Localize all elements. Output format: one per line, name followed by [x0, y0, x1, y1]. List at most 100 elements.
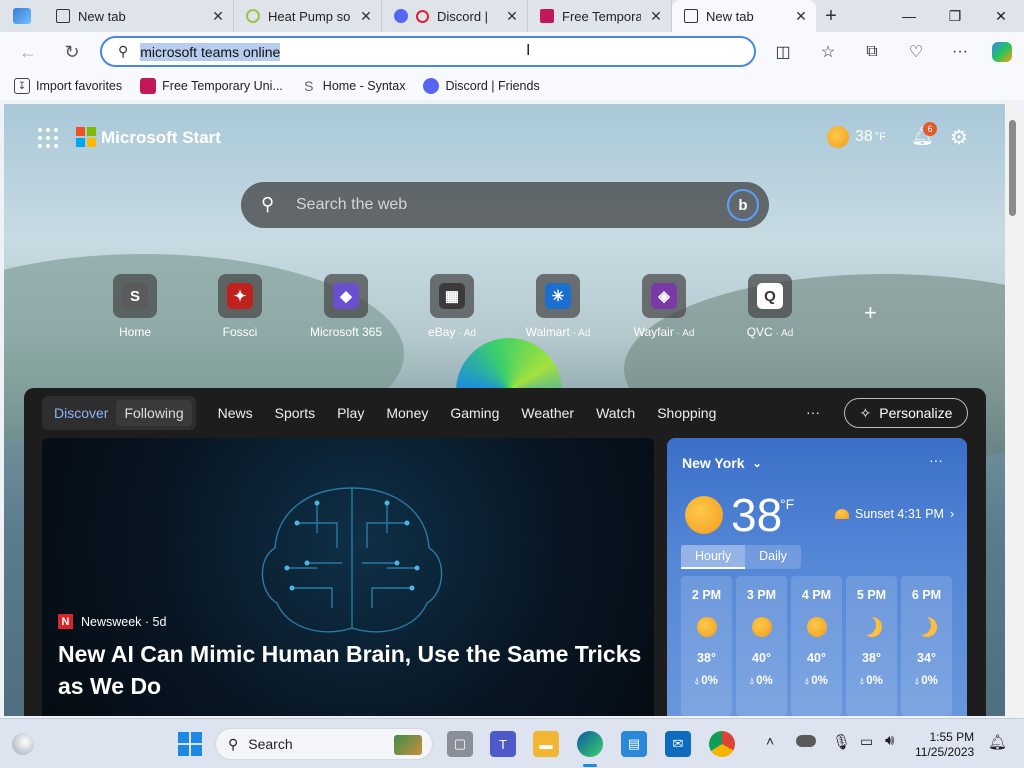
mail-icon[interactable]: ✉ [665, 731, 691, 757]
discord-icon [394, 9, 408, 23]
page-scrollbar[interactable] [1005, 104, 1020, 716]
tab-actions[interactable] [0, 0, 44, 32]
tab-daily[interactable]: Daily [745, 545, 801, 569]
tab-sports[interactable]: Sports [275, 405, 315, 421]
quick-link[interactable]: ✳ Walmart · Ad [508, 274, 608, 339]
favorite-item[interactable]: Free Temporary Uni... [140, 78, 283, 94]
close-icon[interactable]: ✕ [649, 8, 663, 25]
taskbar-search[interactable]: ⚲ Search [215, 728, 433, 760]
quick-link[interactable]: Q QVC · Ad [720, 274, 820, 339]
quick-link[interactable]: ▦ eBay · Ad [402, 274, 502, 339]
favorite-import[interactable]: ↧ Import favorites [14, 78, 122, 94]
back-button[interactable]: ← [14, 38, 42, 66]
quick-link-tile[interactable]: ✦ [218, 274, 262, 318]
quick-link-tile[interactable]: ✳ [536, 274, 580, 318]
brand-title[interactable]: Microsoft Start [101, 128, 221, 148]
bing-icon[interactable]: b [727, 189, 759, 221]
quick-link[interactable]: ✦ Fossci [190, 274, 290, 339]
close-icon[interactable]: ✕ [505, 8, 519, 25]
feed-nav: Discover Following News Sports Play Mone… [42, 396, 716, 430]
notifications-icon[interactable]: 🔔︎ [988, 733, 1007, 751]
close-icon[interactable]: ✕ [359, 8, 373, 25]
file-explorer-icon[interactable]: ▬ [533, 731, 559, 757]
weather-city[interactable]: New York ⌄ [682, 455, 762, 471]
close-icon[interactable]: ✕ [211, 8, 225, 25]
volume-icon[interactable]: 🔊︎ [885, 732, 894, 749]
tab-discover[interactable]: Discover [46, 405, 116, 421]
quick-link[interactable]: ◈ Wayfair · Ad [614, 274, 714, 339]
favorite-item[interactable]: S Home - Syntax [301, 78, 405, 94]
hour-column[interactable]: 4 PM 40° 💧︎ 0% [791, 576, 842, 716]
web-search-box[interactable]: ⚲ Search the web b [241, 182, 769, 228]
favorite-item[interactable]: Discord | Friends [423, 78, 540, 94]
tab-money[interactable]: Money [386, 405, 428, 421]
quick-link[interactable]: S Home [85, 274, 185, 339]
quick-link-tile[interactable]: ◈ [642, 274, 686, 318]
edge-icon[interactable] [577, 731, 603, 757]
system-clock[interactable]: 1:55 PM 11/25/2023 [915, 730, 974, 760]
quick-link[interactable]: ◆ Microsoft 365 [296, 274, 396, 339]
tab-play[interactable]: Play [337, 405, 364, 421]
task-view-icon[interactable]: ▢ [447, 731, 473, 757]
tab-gaming[interactable]: Gaming [450, 405, 499, 421]
scrollbar-thumb[interactable] [1009, 120, 1016, 216]
quick-link-tile[interactable]: ◆ [324, 274, 368, 318]
more-icon[interactable]: ··· [806, 404, 820, 420]
weather-card[interactable]: New York ⌄ ··· 38 °F Sunset 4:31 PM › Ho… [667, 438, 967, 716]
tab-weather[interactable]: Weather [521, 405, 574, 421]
microphone-icon[interactable]: 🎙︎ [832, 733, 851, 751]
recording-icon [416, 9, 429, 23]
onedrive-icon[interactable] [796, 735, 816, 747]
tab[interactable]: New tab ✕ [44, 0, 234, 32]
add-shortcut-icon[interactable]: + [864, 300, 877, 326]
quick-link-tile[interactable]: ▦ [430, 274, 474, 318]
start-header: Microsoft Start 38 °F 🔔︎ 6 ⚙ [4, 104, 1005, 168]
collections-icon[interactable]: ⧉ [860, 40, 884, 64]
tab[interactable]: Heat Pump sol ✕ [234, 0, 382, 32]
tab-watch[interactable]: Watch [596, 405, 635, 421]
address-bar[interactable]: ⚲ microsoft teams online I [100, 36, 756, 67]
minimize-button[interactable]: — [886, 0, 932, 32]
hour-column[interactable]: 3 PM 40° 💧︎ 0% [736, 576, 787, 716]
article-headline[interactable]: New AI Can Mimic Human Brain, Use the Sa… [58, 638, 648, 702]
split-screen-icon[interactable]: ◫ [771, 40, 795, 64]
tab-news[interactable]: News [218, 405, 253, 421]
hour-column[interactable]: 2 PM 38° 💧︎ 0% [681, 576, 732, 716]
app-launcher-icon[interactable] [38, 128, 58, 148]
tab-active[interactable]: New tab ✕ [672, 0, 816, 32]
store-icon[interactable]: ▤ [621, 731, 647, 757]
restore-button[interactable]: ❐ [932, 0, 978, 32]
hour-column[interactable]: 6 PM 34° 💧︎ 0% [901, 576, 952, 716]
weather-widget-icon[interactable] [12, 733, 34, 755]
quick-link-tile[interactable]: S [113, 274, 157, 318]
settings-gear-icon[interactable]: ⚙ [950, 125, 968, 150]
copilot-icon[interactable] [990, 40, 1014, 64]
tab-hourly[interactable]: Hourly [681, 545, 746, 569]
teams-icon[interactable]: T [490, 731, 516, 757]
hour-time: 2 PM [691, 588, 722, 602]
weather-more-icon[interactable]: ··· [929, 452, 943, 468]
quick-link-tile[interactable]: Q [748, 274, 792, 318]
chrome-icon[interactable] [709, 731, 735, 757]
favorites-star-icon[interactable]: ☆ [816, 40, 840, 64]
new-tab-button[interactable]: + [816, 0, 846, 32]
tab[interactable]: Free Temporar ✕ [528, 0, 672, 32]
hour-column[interactable]: 5 PM 38° 💧︎ 0% [846, 576, 897, 716]
workspaces-icon[interactable] [13, 8, 31, 24]
close-window-button[interactable]: ✕ [978, 0, 1024, 32]
personalize-button[interactable]: ✧ Personalize [844, 398, 968, 428]
hero-article[interactable]: N Newsweek · 5d New AI Can Mimic Human B… [42, 438, 654, 716]
close-icon[interactable]: ✕ [794, 8, 808, 25]
tab[interactable]: Discord | ✕ [382, 0, 528, 32]
address-input[interactable]: microsoft teams online [140, 42, 281, 61]
tray-overflow-icon[interactable]: ˄ [766, 733, 774, 749]
tab-following[interactable]: Following [116, 400, 192, 426]
header-weather[interactable]: 38 °F [827, 126, 886, 148]
more-menu-icon[interactable]: ··· [948, 40, 972, 64]
sunset-info[interactable]: Sunset 4:31 PM › [835, 507, 954, 521]
refresh-button[interactable]: ↻ [58, 38, 86, 66]
start-button[interactable] [178, 732, 202, 756]
network-icon[interactable]: ▭ [860, 733, 873, 750]
performance-icon[interactable]: ♡ [904, 40, 928, 64]
tab-shopping[interactable]: Shopping [657, 405, 716, 421]
